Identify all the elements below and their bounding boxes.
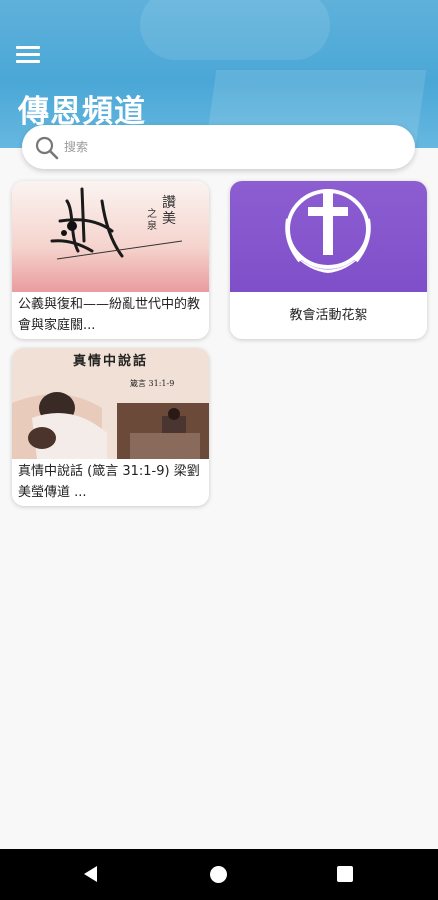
home-icon[interactable] [210,866,227,883]
back-icon[interactable] [84,866,97,882]
search-bar[interactable] [22,125,415,169]
svg-text:美: 美 [162,211,176,227]
church-logo-thumbnail [230,181,427,292]
video-title: 公義與復和——紛亂世代中的教會與家庭關... [18,297,201,333]
header-background-art [140,0,330,60]
video-card-1[interactable]: 讚 美 之 泉 公義與復和——紛亂世代中的教會與家庭關... [12,181,209,339]
cross-laurel-icon [285,189,371,273]
video-card-3[interactable]: 真情中說話 箴言 31:1-9 真情中說話 (箴言 31:1-9) 梁劉美瑩傳道… [12,348,209,506]
svg-text:讚: 讚 [162,195,176,211]
thumbnail-verse: 箴言 31:1-9 [130,379,175,388]
calligraphy-artwork: 讚 美 之 泉 [50,187,183,260]
search-input[interactable] [64,135,394,159]
svg-text:泉: 泉 [147,219,157,232]
video-title: 教會活動花絮 [289,308,368,323]
video-title: 真情中說話 (箴言 31:1-9) 梁劉美瑩傳道 ... [18,464,200,500]
video-card-2[interactable]: 教會活動花絮 [230,181,427,339]
thumbnail-title: 真情中說話 [72,354,148,369]
search-icon [35,136,59,160]
video-thumbnail: 讚 美 之 泉 [12,181,209,292]
recent-apps-icon[interactable] [337,866,353,882]
svg-text:之: 之 [147,207,157,220]
app-screen: 傳恩頻道 讚 美 之 泉 公義與復和——紛亂世代中的教會與家庭關... [0,0,438,900]
menu-icon[interactable] [16,44,42,66]
